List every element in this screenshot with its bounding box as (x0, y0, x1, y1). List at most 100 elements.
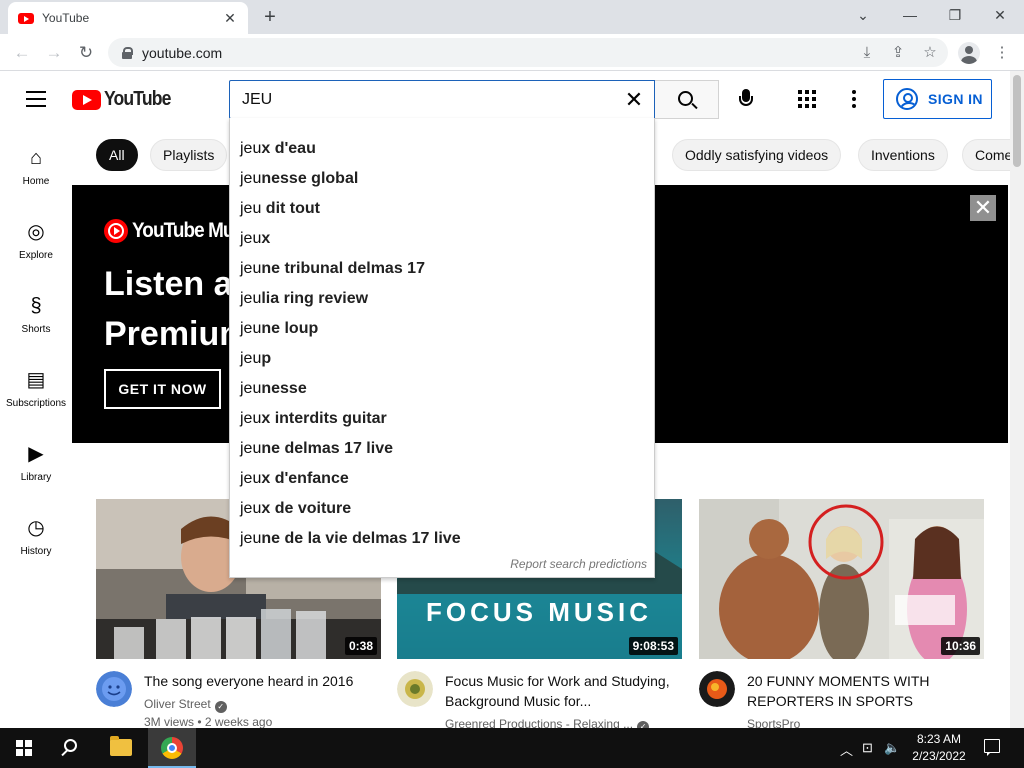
suggestion-completion: x de voiture (261, 500, 352, 517)
search-suggestion[interactable]: jeune tribunal delmas 17 (230, 254, 654, 284)
video-title[interactable]: The song everyone heard in 2016 (144, 671, 374, 691)
windows-taskbar: ︿ ⊡ 🔈 8:23 AM 2/23/2022 (0, 728, 1024, 768)
search-suggestion[interactable]: jeulia ring review (230, 284, 654, 314)
forward-arrow-icon[interactable]: → (42, 41, 66, 65)
suggestion-completion: x d'eau (261, 140, 316, 157)
search-input[interactable]: JEU ✕ (229, 80, 655, 119)
search-button[interactable] (655, 80, 719, 119)
share-icon[interactable]: ⇪ (887, 42, 909, 64)
address-bar[interactable]: youtube.com (108, 38, 948, 67)
youtube-logo[interactable]: YouTube (72, 88, 180, 111)
search-suggestion[interactable]: jeux de voiture (230, 494, 654, 524)
restore-button[interactable]: ❐ (941, 4, 969, 26)
sportspro-avatar-icon (699, 671, 735, 707)
guide-label: Library (20, 472, 52, 483)
chrome-menu-icon[interactable]: ⋮ (991, 42, 1013, 64)
new-tab-button[interactable]: + (258, 6, 282, 28)
guide-item-history[interactable]: ◷ History (0, 497, 72, 571)
back-arrow-icon[interactable]: ← (10, 41, 34, 65)
address-url: youtube.com (142, 44, 223, 61)
file-explorer-button[interactable] (98, 728, 146, 768)
suggestion-prefix: jeu (240, 470, 262, 487)
video-duration: 10:36 (941, 637, 980, 655)
banner-close-icon[interactable]: ✕ (970, 195, 996, 221)
suggestion-prefix: jeu (240, 230, 262, 247)
channel-name[interactable]: Oliver Street ✓ (144, 697, 227, 713)
taskbar-clock[interactable]: 8:23 AM 2/23/2022 (905, 731, 973, 765)
chip-oddly-satisfying[interactable]: Oddly satisfying videos (672, 139, 842, 171)
search-suggestion[interactable]: jeux (230, 224, 654, 254)
search-suggestion[interactable]: jeu dit tout (230, 194, 654, 224)
search-suggestion[interactable]: jeux d'enfance (230, 464, 654, 494)
suggestion-prefix: jeu (240, 140, 262, 157)
guide-item-shorts[interactable]: § Shorts (0, 275, 72, 349)
video-thumbnail[interactable]: 10:36 (699, 499, 984, 659)
settings-more-icon[interactable] (852, 90, 856, 108)
get-it-now-button[interactable]: GET IT NOW (104, 369, 221, 409)
tab-search-chevron-icon[interactable]: ⌄ (849, 4, 877, 26)
search-suggestion[interactable]: jeup (230, 344, 654, 374)
clear-search-icon[interactable]: ✕ (622, 88, 646, 112)
report-search-predictions-link[interactable]: Report search predictions (510, 557, 647, 571)
profile-avatar-icon[interactable] (958, 42, 980, 64)
suggestion-prefix: jeu (240, 440, 262, 457)
suggestion-prefix: jeu (240, 200, 262, 217)
volume-icon[interactable]: 🔈 (884, 740, 900, 756)
youtube-apps-grid-icon[interactable] (798, 90, 816, 108)
guide-item-home[interactable]: ⌂ Home (0, 127, 72, 201)
reload-icon[interactable]: ↻ (74, 41, 98, 65)
search-suggestion[interactable]: jeunesse (230, 374, 654, 404)
chrome-icon (161, 737, 183, 759)
video-title[interactable]: 20 FUNNY MOMENTS WITH REPORTERS IN SPORT… (747, 671, 977, 711)
search-suggestion[interactable]: jeune loup (230, 314, 654, 344)
suggestion-prefix: jeu (240, 410, 262, 427)
youtube-music-disc-icon (104, 219, 128, 243)
bookmark-star-icon[interactable]: ☆ (919, 42, 941, 64)
shorts-icon: § (30, 295, 42, 317)
install-app-icon[interactable]: ⤓ (856, 42, 878, 64)
thumbnail-focus-music-text: FOCUS MUSIC (426, 597, 652, 627)
browser-tab[interactable]: YouTube ✕ (8, 2, 248, 34)
channel-avatar[interactable] (699, 671, 735, 707)
guide-item-subscriptions[interactable]: ▤ Subscriptions (0, 349, 72, 423)
minimize-button[interactable]: — (896, 4, 924, 26)
start-button[interactable] (0, 728, 48, 768)
clock-date: 2/23/2022 (912, 749, 966, 763)
video-card[interactable]: 10:36 20 FUNNY MOMENTS WITH REPORTERS IN… (699, 499, 984, 741)
chip-playlists[interactable]: Playlists (150, 139, 228, 171)
chip-all[interactable]: All (96, 139, 138, 171)
windows-logo-icon (16, 740, 32, 756)
taskbar-search-button[interactable] (48, 728, 96, 768)
network-icon[interactable]: ⊡ (862, 740, 873, 756)
lock-icon[interactable] (122, 46, 133, 59)
chip-inventions[interactable]: Inventions (858, 139, 948, 171)
tray-overflow-chevron-icon[interactable]: ︿ (840, 740, 853, 759)
clock-time: 8:23 AM (916, 732, 962, 746)
scrollbar-thumb[interactable] (1013, 75, 1021, 167)
chip-comedy[interactable]: Come (962, 139, 1010, 171)
search-query-text: JEU (242, 91, 273, 108)
channel-avatar[interactable] (96, 671, 132, 707)
guide-item-library[interactable]: ▶ Library (0, 423, 72, 497)
close-window-button[interactable]: ✕ (986, 4, 1014, 26)
search-suggestion[interactable]: jeunesse global (230, 164, 654, 194)
notifications-icon[interactable] (984, 739, 1000, 756)
search-suggestion[interactable]: jeune de la vie delmas 17 live (230, 524, 654, 554)
voice-search-mic-icon[interactable] (738, 89, 754, 111)
library-icon: ▶ (28, 443, 44, 465)
tab-close-icon[interactable]: ✕ (222, 10, 238, 27)
history-icon: ◷ (27, 517, 45, 539)
hamburger-menu-icon[interactable] (26, 91, 46, 107)
search-suggestion[interactable]: jeune delmas 17 live (230, 434, 654, 464)
chrome-taskbar-button[interactable] (148, 728, 196, 768)
channel-avatar[interactable] (397, 671, 433, 707)
guide-item-explore[interactable]: ◎ Explore (0, 201, 72, 275)
suggestion-prefix: jeu (240, 350, 262, 367)
page-scrollbar[interactable] (1010, 71, 1024, 728)
search-suggestion[interactable]: jeux interdits guitar (230, 404, 654, 434)
sign-in-button[interactable]: SIGN IN (883, 79, 992, 119)
video-title[interactable]: Focus Music for Work and Studying, Backg… (445, 671, 675, 711)
search-suggestion[interactable]: jeux d'eau (230, 134, 654, 164)
video-duration: 0:38 (344, 637, 377, 655)
subscriptions-icon: ▤ (26, 369, 46, 391)
